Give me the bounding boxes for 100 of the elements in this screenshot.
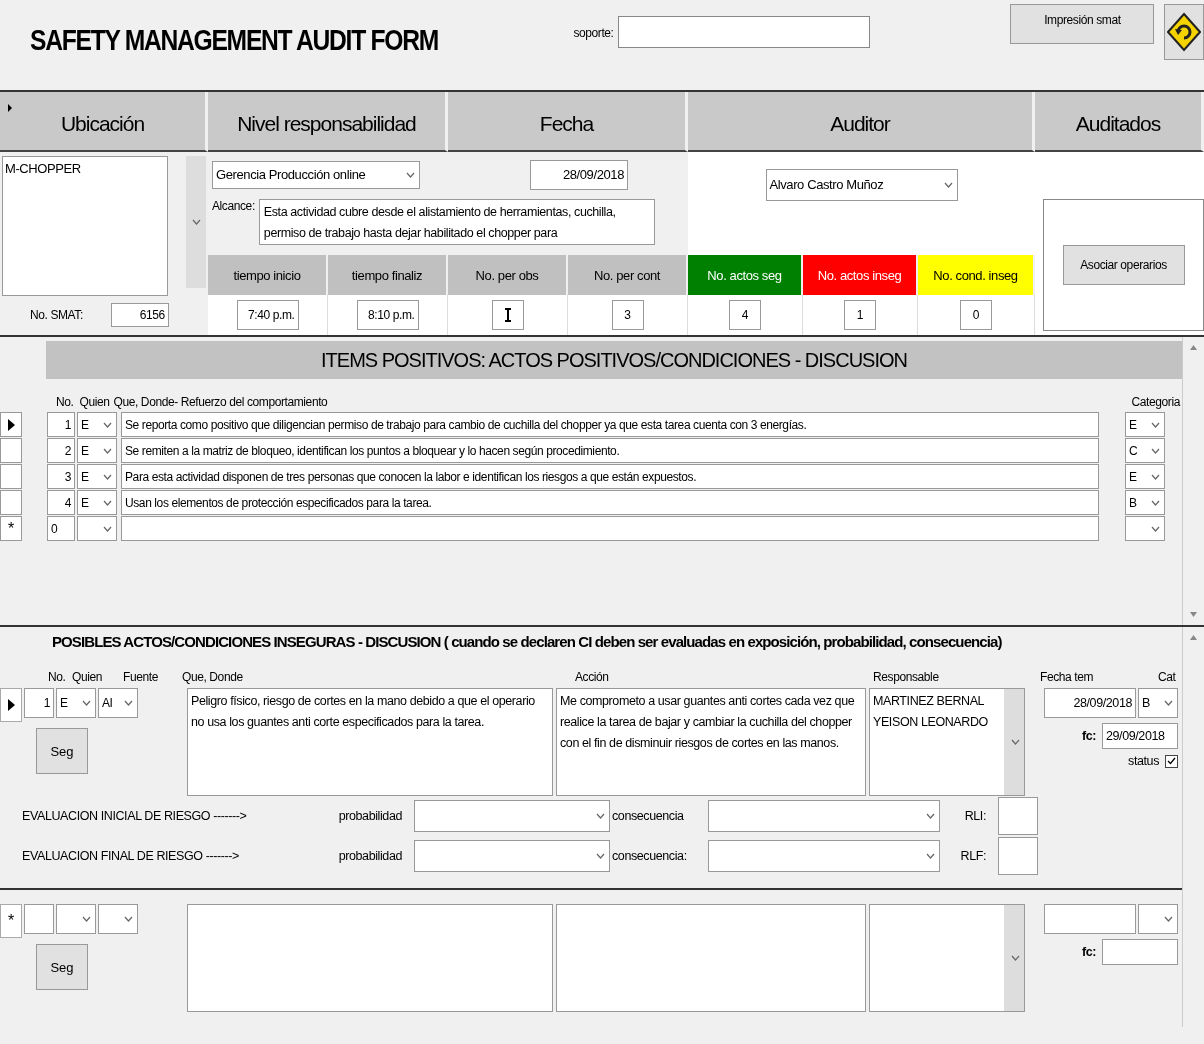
- who-dropdown[interactable]: E: [77, 412, 117, 437]
- record-selector[interactable]: *: [0, 516, 22, 541]
- count-field[interactable]: 3: [611, 300, 644, 330]
- scope-label: Alcance:: [212, 199, 255, 215]
- level-dropdown[interactable]: Gerencia Producción online: [212, 160, 420, 189]
- responsible-dropdown[interactable]: [869, 904, 1025, 1012]
- status-label: status: [1128, 754, 1159, 768]
- number-field[interactable]: 2: [47, 438, 75, 463]
- action-field[interactable]: [556, 904, 866, 1012]
- scroll-down-icon[interactable]: [1190, 612, 1197, 617]
- end-date-field[interactable]: 28/09/2018: [1044, 688, 1136, 718]
- count-field[interactable]: 7:40 p.m.: [236, 300, 299, 330]
- column-header: Cat: [1158, 670, 1176, 684]
- status-checkbox[interactable]: [1165, 754, 1178, 768]
- category-dropdown[interactable]: E: [1125, 464, 1165, 489]
- who-dropdown[interactable]: E: [77, 438, 117, 463]
- who-dropdown[interactable]: [56, 904, 96, 934]
- count-field[interactable]: [491, 300, 524, 330]
- column-header: Categoria: [1131, 395, 1180, 409]
- probability-dropdown[interactable]: [414, 840, 610, 872]
- comment-field[interactable]: Para esta actividad disponen de tres personas que conocen la labor e identifican los riesgos a que están expuestos.: [121, 464, 1099, 489]
- column-header: Fuente: [123, 670, 158, 684]
- action-field[interactable]: Me comprometo a usar guantes anti cortes cada vez que realice la tarea de bajar y cambiar la cuchilla del chopper con el fin de disminuir riesgos de cortes en las manos.: [556, 688, 866, 796]
- number-field[interactable]: 0: [47, 516, 75, 541]
- record-selector[interactable]: [0, 688, 22, 722]
- scroll-up-icon[interactable]: [1190, 635, 1197, 640]
- record-selector[interactable]: *: [0, 904, 22, 938]
- comment-field[interactable]: Usan los elementos de protección especificados para la tarea.: [121, 490, 1099, 515]
- risk-level-label: RLI:: [963, 809, 986, 823]
- count-field[interactable]: 8:10 p.m.: [356, 300, 419, 330]
- scroll-up-icon[interactable]: [1190, 345, 1197, 350]
- who-dropdown[interactable]: E: [56, 688, 96, 718]
- scope-field[interactable]: Esta actividad cubre desde el alistamiento de herramientas, cuchilla, permiso de trabajo hasta dejar habilitado el chopper para: [258, 199, 655, 245]
- category-dropdown[interactable]: C: [1125, 438, 1165, 463]
- number-field[interactable]: 4: [47, 490, 75, 515]
- source-dropdown[interactable]: AI: [98, 688, 138, 718]
- section-title: ITEMS POSITIVOS: ACTOS POSITIVOS/CONDICIONES - DISCUSION: [46, 341, 1182, 379]
- date-field[interactable]: 28/09/2018: [530, 159, 628, 190]
- auditor-dropdown[interactable]: Alvaro Castro Muñoz: [765, 168, 958, 201]
- count-label: tiempo inicio: [208, 255, 328, 295]
- number-field[interactable]: [24, 904, 54, 934]
- risk-level-field[interactable]: [998, 797, 1038, 835]
- check-icon: [1167, 757, 1176, 765]
- number-field[interactable]: 1: [47, 412, 75, 437]
- fc-label: fc:: [1081, 945, 1096, 959]
- record-selector[interactable]: [0, 412, 22, 437]
- category-dropdown[interactable]: E: [1125, 412, 1165, 437]
- number-field[interactable]: 1: [24, 688, 54, 718]
- column-header: No.: [48, 670, 66, 684]
- fc-field[interactable]: [1102, 939, 1178, 965]
- section-title: POSIBLES ACTOS/CONDICIONES INSEGURAS - DISCUSION ( cuando se declaren CI deben ser evaluadas en exposición, probabilidad, consecuencia): [51, 632, 1003, 650]
- description-field[interactable]: [187, 904, 553, 1012]
- count-field[interactable]: 4: [729, 300, 761, 330]
- consequence-dropdown[interactable]: [708, 800, 940, 832]
- associate-button[interactable]: Asociar operarios: [1062, 245, 1185, 285]
- text-cursor-icon: [504, 308, 511, 322]
- column-header: Auditor: [688, 92, 1035, 152]
- consequence-label: consecuencia:: [612, 849, 688, 863]
- probability-label: probabilidad: [337, 809, 402, 823]
- comment-field[interactable]: Se reporta como positivo que diligencian permiso de trabajo para cambio de cuchilla del chopper ya que esta tarea cuenta con 3 energías.: [121, 412, 1099, 437]
- category-dropdown[interactable]: B: [1138, 688, 1178, 718]
- column-header: Acción: [575, 670, 609, 684]
- source-dropdown[interactable]: [98, 904, 138, 934]
- seg-button[interactable]: Seg: [36, 728, 88, 774]
- count-label: No. per obs: [448, 255, 568, 295]
- end-date-field[interactable]: [1044, 904, 1136, 934]
- count-field[interactable]: 1: [844, 300, 876, 330]
- who-dropdown[interactable]: [77, 516, 117, 541]
- who-dropdown[interactable]: E: [77, 490, 117, 515]
- category-dropdown[interactable]: [1125, 516, 1165, 541]
- count-label: No. per cont: [568, 255, 688, 295]
- column-header: Fecha tem: [1040, 670, 1094, 684]
- evaluation-label: EVALUACION FINAL DE RIESGO ------->: [22, 849, 240, 863]
- evaluation-label: EVALUACION INICIAL DE RIESGO ------->: [22, 809, 248, 823]
- back-button[interactable]: [1164, 4, 1204, 60]
- fc-label: fc:: [1081, 729, 1096, 743]
- who-dropdown[interactable]: E: [77, 464, 117, 489]
- column-header: Nivel responsabilidad: [208, 92, 448, 152]
- responsible-dropdown[interactable]: MARTINEZ BERNAL YEISON LEONARDO: [869, 688, 1025, 796]
- comment-field[interactable]: [121, 516, 1099, 541]
- risk-level-field[interactable]: [998, 837, 1038, 875]
- category-dropdown[interactable]: B: [1125, 490, 1165, 515]
- location-listbox[interactable]: M-CHOPPER: [2, 156, 168, 296]
- seg-button[interactable]: Seg: [36, 944, 88, 990]
- fc-field[interactable]: 29/09/2018: [1102, 723, 1178, 749]
- soporte-field[interactable]: [617, 16, 871, 48]
- probability-dropdown[interactable]: [414, 800, 610, 832]
- number-field[interactable]: 3: [47, 464, 75, 489]
- consequence-label: consecuencia: [612, 809, 685, 823]
- current-record-icon: [7, 418, 15, 431]
- consequence-dropdown[interactable]: [708, 840, 940, 872]
- print-button[interactable]: Impresión smat: [1010, 4, 1155, 44]
- column-header: Fecha: [448, 92, 688, 152]
- soporte-label: soporte:: [573, 26, 614, 40]
- smat-field[interactable]: 6156: [110, 303, 169, 327]
- description-field[interactable]: Peligro físico, riesgo de cortes en la mano debido a que el operario no usa los guantes anti corte especificados para la tarea.: [187, 688, 553, 796]
- count-label: No. cond. inseg: [918, 255, 1035, 295]
- category-dropdown[interactable]: [1138, 904, 1178, 934]
- count-field[interactable]: 0: [960, 300, 992, 330]
- comment-field[interactable]: Se remiten a la matriz de bloqueo, identifican los puntos a bloquear y lo hacen según procedimiento.: [121, 438, 1099, 463]
